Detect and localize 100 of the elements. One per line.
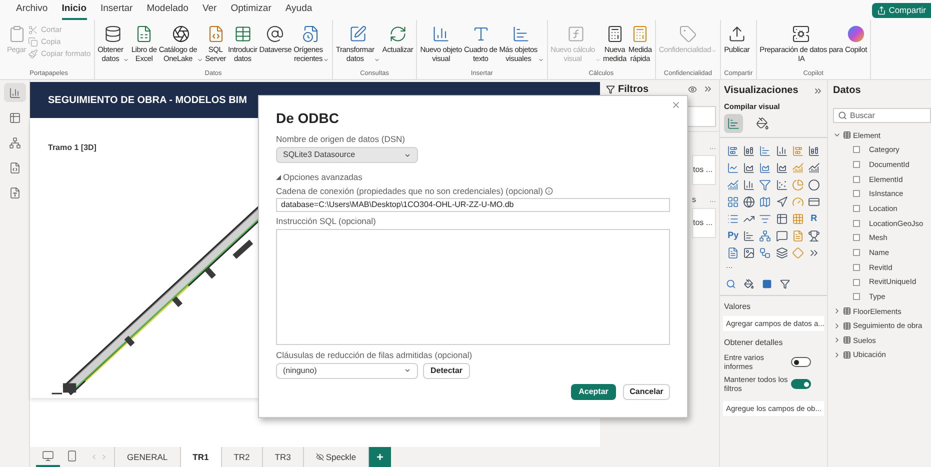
layers-icon[interactable] <box>776 246 788 259</box>
treemap-icon[interactable] <box>727 196 740 208</box>
pane-title: Visualizaciones <box>724 84 798 98</box>
page-tab[interactable]: TR2 <box>222 447 263 467</box>
field-label: Nombre de origen de datos (DSN) <box>276 134 406 145</box>
trophy-icon[interactable] <box>808 230 820 242</box>
accept-button[interactable]: Aceptar <box>571 384 616 400</box>
checkbox[interactable] <box>853 220 860 227</box>
bar-chart-icon[interactable] <box>743 230 756 242</box>
column-chart-icon[interactable] <box>743 178 756 191</box>
dsn-select[interactable]: SQLite3 Datasource <box>276 147 418 163</box>
collapse-icon[interactable] <box>813 86 823 96</box>
field-label: Cadena de conexión (propiedades que no son credenciales) (opcional) <box>276 186 543 197</box>
toggle-switch[interactable] <box>791 379 811 390</box>
table-icon[interactable] <box>776 212 788 225</box>
checkbox[interactable] <box>853 161 860 168</box>
report-icon <box>8 86 20 98</box>
document-icon[interactable] <box>727 246 740 259</box>
eye-icon[interactable] <box>688 84 697 94</box>
image-icon[interactable] <box>743 246 756 259</box>
table-icon <box>843 131 851 140</box>
search-icon[interactable] <box>726 279 736 290</box>
square-icon[interactable] <box>762 279 772 290</box>
tree-diagram-icon[interactable] <box>759 230 772 242</box>
filter-card[interactable]: tos ... <box>692 155 716 185</box>
advanced-options-toggle[interactable]: Opciones avanzadas <box>276 171 670 184</box>
phone-icon <box>66 450 78 462</box>
copy-icon <box>28 37 38 47</box>
funnel-icon[interactable] <box>759 178 772 191</box>
paint-bucket-icon[interactable] <box>744 279 754 290</box>
scatter-chart-icon[interactable] <box>776 178 788 191</box>
checkbox[interactable] <box>853 264 860 271</box>
checkbox[interactable] <box>853 176 860 183</box>
column-chart-icon[interactable] <box>776 144 788 157</box>
connection-string-field[interactable]: database=C:\Users\MAB\Desktop\1CO304-OHL-UR-ZZ-U-MO.db <box>276 198 670 212</box>
model-icon <box>8 136 20 148</box>
combo-chart-icon[interactable] <box>808 162 820 174</box>
clauses-select[interactable]: (ninguno) <box>276 362 418 379</box>
menu-tab[interactable]: Modelado <box>146 0 188 20</box>
area-chart-icon[interactable] <box>759 162 772 174</box>
close-icon[interactable] <box>671 100 681 110</box>
upload-icon <box>728 25 746 43</box>
filter-icon <box>606 84 615 94</box>
table-icon <box>843 307 851 316</box>
combo-chart-icon[interactable] <box>727 178 740 191</box>
page-tab[interactable]: TR3 <box>262 447 304 467</box>
bar-chart-icon[interactable] <box>727 144 740 157</box>
page-tab[interactable]: TR1 <box>180 447 222 467</box>
filter-icon[interactable] <box>780 279 790 290</box>
info-icon[interactable] <box>544 187 553 196</box>
card-icon[interactable] <box>808 196 820 208</box>
menu-tab[interactable]: Ayuda <box>285 0 312 20</box>
column-chart-icon[interactable] <box>808 144 820 157</box>
checkbox[interactable] <box>853 278 860 286</box>
clipboard-icon <box>8 25 26 43</box>
detect-button[interactable]: Detectar <box>423 362 470 379</box>
bar-chart-icon <box>512 25 530 43</box>
share-button[interactable]: Compartir <box>872 3 931 18</box>
checkbox[interactable] <box>853 190 860 198</box>
document-icon <box>8 162 20 174</box>
script-visual-icon[interactable]: R <box>806 212 822 226</box>
refresh-icon <box>388 25 407 43</box>
sql-field[interactable] <box>276 228 670 345</box>
checkbox[interactable] <box>853 146 860 154</box>
search-field[interactable]: Buscar <box>833 108 931 123</box>
checkbox[interactable] <box>853 234 860 242</box>
area-chart-icon[interactable] <box>743 162 756 174</box>
globe-icon[interactable] <box>743 196 756 208</box>
column-chart-icon[interactable] <box>743 144 756 157</box>
menu-tab[interactable]: Optimizar <box>230 0 272 20</box>
dialog-title: De ODBC <box>276 109 340 128</box>
view-button[interactable] <box>4 83 26 102</box>
checkbox[interactable] <box>853 205 860 212</box>
collapse-icon[interactable] <box>703 84 713 94</box>
menu-tab[interactable]: Archivo <box>16 0 48 20</box>
add-page-button[interactable]: + <box>369 447 392 467</box>
area-chart-icon[interactable] <box>776 162 788 174</box>
bar-chart-icon[interactable] <box>759 144 772 157</box>
cancel-button[interactable]: Cancelar <box>623 384 670 400</box>
navigation-arrow-icon[interactable] <box>776 196 788 208</box>
more-visuals[interactable]: ... <box>720 259 827 272</box>
speech-bubble-icon[interactable] <box>776 230 788 242</box>
line-chart-icon[interactable] <box>727 162 740 174</box>
document-icon <box>8 186 20 198</box>
server-icon <box>792 25 810 43</box>
donut-chart-icon[interactable] <box>808 178 820 191</box>
pane-tab[interactable] <box>724 114 743 134</box>
toggle-switch[interactable] <box>791 357 811 368</box>
script-visual-icon[interactable]: Py <box>725 229 742 242</box>
menu-tab[interactable]: Ver <box>202 0 217 20</box>
checkbox[interactable] <box>853 293 860 300</box>
calculator-icon <box>631 25 650 43</box>
caret-icon <box>404 367 411 374</box>
workflow-icon[interactable] <box>759 246 772 259</box>
filter-search-field[interactable] <box>687 106 716 127</box>
checkbox[interactable] <box>853 249 860 256</box>
menu-tab[interactable]: Insertar <box>100 0 133 20</box>
filter-card[interactable]: tos ... <box>692 208 716 238</box>
map-icon[interactable] <box>759 196 772 208</box>
table-icon <box>8 112 20 124</box>
